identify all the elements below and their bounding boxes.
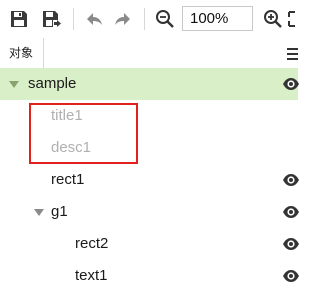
tree-item-label: text1: [75, 267, 108, 284]
hamburger-menu-icon: [287, 48, 298, 60]
toolbar-separator: [73, 8, 74, 30]
tab-objects[interactable]: 对象: [0, 38, 44, 69]
undo-button[interactable]: [81, 5, 109, 33]
tree-item-label: rect1: [51, 171, 85, 188]
tree-item-rect1[interactable]: rect1: [0, 164, 299, 196]
panel-menu-button[interactable]: [287, 47, 298, 65]
zoom-level-input[interactable]: 100%: [182, 6, 253, 31]
tree-item-g1[interactable]: g1: [0, 196, 299, 228]
tree-item-sample[interactable]: sample: [0, 68, 299, 100]
zoom-out-icon: [156, 10, 174, 28]
tree-item-label: g1: [51, 203, 68, 220]
save-button[interactable]: [5, 5, 33, 33]
tree-item-label: rect2: [75, 235, 109, 252]
tree-item-rect2[interactable]: rect2: [0, 228, 299, 260]
save-icon: [11, 11, 27, 27]
visibility-eye-icon[interactable]: [283, 238, 299, 250]
visibility-eye-icon[interactable]: [283, 270, 299, 282]
panel-tab-bar: 对象: [0, 38, 298, 69]
undo-icon: [87, 13, 102, 25]
toolbar: 100%: [0, 0, 298, 38]
expand-triangle-icon[interactable]: [34, 209, 44, 216]
visibility-eye-icon[interactable]: [283, 206, 299, 218]
fit-to-screen-button[interactable]: [287, 5, 298, 33]
tree-item-text1[interactable]: text1: [0, 260, 299, 292]
fit-screen-icon: [288, 11, 295, 27]
redo-button[interactable]: [108, 5, 136, 33]
zoom-in-button[interactable]: [259, 5, 287, 33]
visibility-eye-icon[interactable]: [283, 174, 299, 186]
tree-item-label: sample: [28, 75, 77, 92]
visibility-eye-icon[interactable]: [283, 78, 299, 90]
expand-triangle-icon[interactable]: [9, 81, 19, 88]
redo-icon: [115, 13, 130, 25]
highlight-annotation-box: [29, 103, 138, 164]
save-as-icon: [43, 11, 61, 27]
toolbar-separator: [144, 8, 145, 30]
zoom-out-button[interactable]: [151, 5, 179, 33]
save-as-button[interactable]: [37, 5, 65, 33]
zoom-in-icon: [264, 10, 282, 28]
